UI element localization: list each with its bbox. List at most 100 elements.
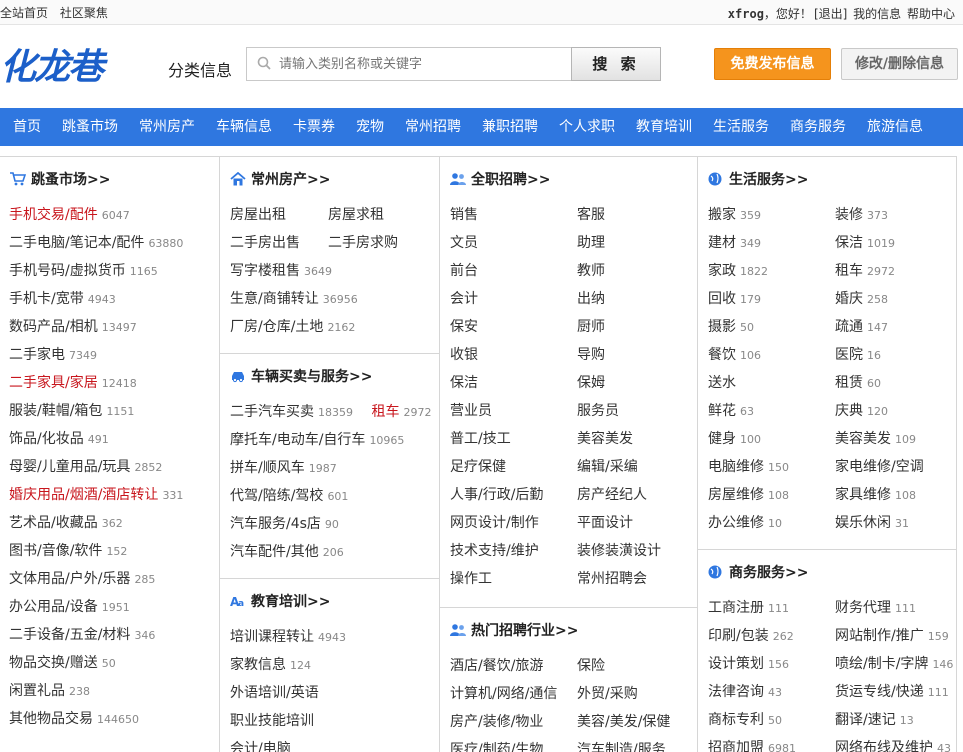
logout-link[interactable]: [退出] bbox=[814, 7, 847, 21]
category-link[interactable]: 电脑维修 bbox=[708, 459, 764, 475]
nav-item[interactable]: 跳蚤市场 bbox=[62, 108, 118, 146]
category-link[interactable]: 办公用品/设备 bbox=[9, 599, 98, 615]
category-link[interactable]: 装修装潢设计 bbox=[577, 537, 661, 565]
section-title[interactable]: 全职招聘>> bbox=[440, 157, 697, 201]
category-link[interactable]: 图书/音像/软件 bbox=[9, 543, 102, 559]
nav-item[interactable]: 首页 bbox=[13, 108, 41, 146]
category-link[interactable]: 常州招聘会 bbox=[577, 565, 647, 593]
section-title[interactable]: 生活服务>> bbox=[698, 157, 956, 201]
category-link[interactable]: 送水 bbox=[708, 375, 736, 391]
category-link[interactable]: 职业技能培训 bbox=[230, 713, 314, 729]
category-link[interactable]: 平面设计 bbox=[577, 509, 633, 537]
secondhand-sale-link[interactable]: 二手房出售 bbox=[230, 229, 300, 257]
category-link[interactable]: 会计 bbox=[450, 285, 478, 313]
category-link[interactable]: 办公维修 bbox=[708, 515, 764, 531]
category-link[interactable]: 编辑/采编 bbox=[577, 453, 638, 481]
category-link[interactable]: 前台 bbox=[450, 257, 478, 285]
category-link[interactable]: 计算机/网络/通信 bbox=[450, 680, 557, 708]
category-link[interactable]: 健身 bbox=[708, 431, 736, 447]
category-link[interactable]: 人事/行政/后勤 bbox=[450, 481, 543, 509]
rent-car-link[interactable]: 租车 bbox=[371, 404, 399, 420]
category-link[interactable]: 房产/装修/物业 bbox=[450, 708, 543, 736]
category-link[interactable]: 网络布线及维护 bbox=[835, 740, 933, 752]
category-link[interactable]: 酒店/餐饮/旅游 bbox=[450, 652, 543, 680]
category-link[interactable]: 财务代理 bbox=[835, 600, 891, 616]
section-title[interactable]: Aa 教育培训>> bbox=[220, 579, 439, 623]
category-link[interactable]: 代驾/陪练/驾校 bbox=[230, 488, 323, 504]
category-link[interactable]: 艺术品/收藏品 bbox=[9, 515, 98, 531]
category-link[interactable]: 餐饮 bbox=[708, 347, 736, 363]
category-link[interactable]: 会计/电脑 bbox=[230, 741, 291, 752]
nav-item[interactable]: 生活服务 bbox=[713, 108, 769, 146]
category-link[interactable]: 汽车服务/4s店 bbox=[230, 516, 321, 532]
section-title[interactable]: 跳蚤市场>> bbox=[0, 157, 219, 201]
category-link[interactable]: 家电维修/空调 bbox=[835, 459, 924, 475]
category-link[interactable]: 搬家 bbox=[708, 207, 736, 223]
category-link[interactable]: 装修 bbox=[835, 207, 863, 223]
section-title[interactable]: 车辆买卖与服务>> bbox=[220, 354, 439, 398]
category-link[interactable]: 物品交换/赠送 bbox=[9, 655, 98, 671]
my-info-link[interactable]: 我的信息 bbox=[853, 7, 901, 21]
category-link[interactable]: 写字楼租售 bbox=[230, 263, 300, 279]
search-input[interactable] bbox=[279, 54, 559, 74]
category-link[interactable]: 饰品/化妆品 bbox=[9, 431, 84, 447]
category-link[interactable]: 二手电脑/笔记本/配件 bbox=[9, 235, 144, 251]
category-link[interactable]: 医疗/制药/生物 bbox=[450, 736, 543, 752]
publish-button[interactable]: 免费发布信息 bbox=[714, 48, 831, 80]
category-link[interactable]: 法律咨询 bbox=[708, 684, 764, 700]
category-link[interactable]: 婚庆 bbox=[835, 291, 863, 307]
category-link[interactable]: 翻译/速记 bbox=[835, 712, 896, 728]
category-link[interactable]: 建材 bbox=[708, 235, 736, 251]
category-link[interactable]: 美容美发 bbox=[577, 425, 633, 453]
category-link[interactable]: 闲置礼品 bbox=[9, 683, 65, 699]
category-link[interactable]: 文体用品/户外/乐器 bbox=[9, 571, 130, 587]
category-link[interactable]: 印刷/包装 bbox=[708, 628, 769, 644]
category-link[interactable]: 网页设计/制作 bbox=[450, 509, 539, 537]
category-link[interactable]: 保安 bbox=[450, 313, 478, 341]
search-box[interactable] bbox=[246, 47, 572, 81]
nav-item[interactable]: 商务服务 bbox=[790, 108, 846, 146]
category-link[interactable]: 保洁 bbox=[835, 235, 863, 251]
category-link[interactable]: 租赁 bbox=[835, 375, 863, 391]
category-link[interactable]: 保姆 bbox=[577, 369, 605, 397]
help-link[interactable]: 帮助中心 bbox=[907, 7, 955, 21]
nav-item[interactable]: 教育培训 bbox=[636, 108, 692, 146]
category-link[interactable]: 技术支持/维护 bbox=[450, 537, 539, 565]
category-link[interactable]: 外语培训/英语 bbox=[230, 685, 319, 701]
category-link[interactable]: 房产经纪人 bbox=[577, 481, 647, 509]
house-rent-link[interactable]: 房屋出租 bbox=[230, 201, 286, 229]
nav-item[interactable]: 卡票券 bbox=[293, 108, 335, 146]
category-link[interactable]: 出纳 bbox=[577, 285, 605, 313]
category-link[interactable]: 美容美发 bbox=[835, 431, 891, 447]
category-link[interactable]: 手机卡/宽带 bbox=[9, 291, 84, 307]
category-link[interactable]: 生意/商铺转让 bbox=[230, 291, 319, 307]
category-link[interactable]: 导购 bbox=[577, 341, 605, 369]
category-link[interactable]: 二手家具/家居 bbox=[9, 375, 98, 391]
category-link[interactable]: 摩托车/电动车/自行车 bbox=[230, 432, 365, 448]
category-link[interactable]: 助理 bbox=[577, 229, 605, 257]
category-link[interactable]: 营业员 bbox=[450, 397, 492, 425]
category-link[interactable]: 保险 bbox=[577, 652, 605, 680]
category-link[interactable]: 网站制作/推广 bbox=[835, 628, 924, 644]
category-link[interactable]: 数码产品/相机 bbox=[9, 319, 98, 335]
category-link[interactable]: 厨师 bbox=[577, 313, 605, 341]
section-title[interactable]: 常州房产>> bbox=[220, 157, 439, 201]
search-button[interactable]: 搜 索 bbox=[571, 47, 661, 81]
username[interactable]: xfrog bbox=[728, 7, 764, 21]
category-link[interactable]: 保洁 bbox=[450, 369, 478, 397]
category-link[interactable]: 其他物品交易 bbox=[9, 711, 93, 727]
category-link[interactable]: 喷绘/制卡/字牌 bbox=[835, 656, 928, 672]
category-link[interactable]: 回收 bbox=[708, 291, 736, 307]
category-link[interactable]: 设计策划 bbox=[708, 656, 764, 672]
category-link[interactable]: 家政 bbox=[708, 263, 736, 279]
nav-item[interactable]: 个人求职 bbox=[559, 108, 615, 146]
category-link[interactable]: 厂房/仓库/土地 bbox=[230, 319, 323, 335]
nav-item[interactable]: 宠物 bbox=[356, 108, 384, 146]
category-link[interactable]: 摄影 bbox=[708, 319, 736, 335]
category-link[interactable]: 汽车制造/服务 bbox=[577, 736, 666, 752]
nav-item[interactable]: 常州招聘 bbox=[405, 108, 461, 146]
category-link[interactable]: 母婴/儿童用品/玩具 bbox=[9, 459, 130, 475]
category-link[interactable]: 服务员 bbox=[577, 397, 619, 425]
category-link[interactable]: 娱乐休闲 bbox=[835, 515, 891, 531]
category-link[interactable]: 普工/技工 bbox=[450, 425, 511, 453]
